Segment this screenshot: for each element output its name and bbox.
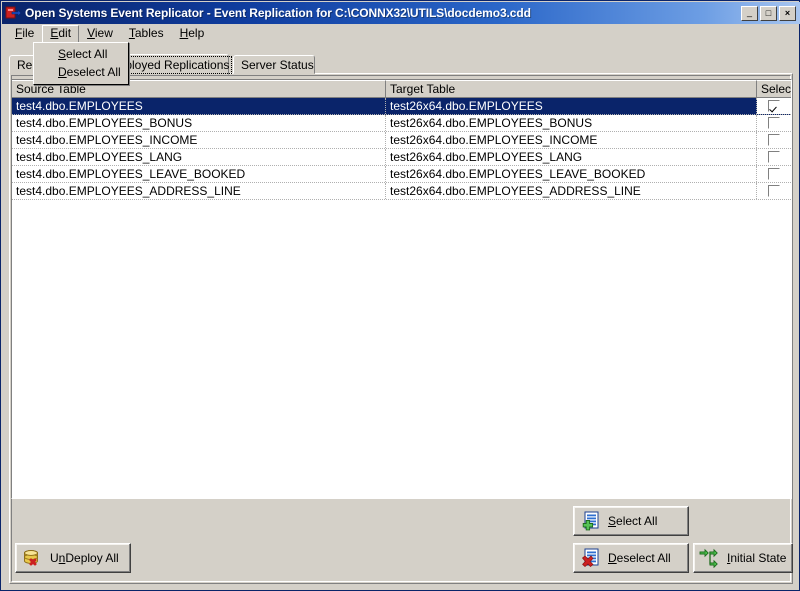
minimize-icon: _ [742,6,757,19]
menu-item-select-all[interactable]: Select All [34,45,128,63]
application-window: Open Systems Event Replicator - Event Re… [0,0,800,591]
cell-select[interactable] [757,183,791,199]
menu-view[interactable]: View [79,25,121,43]
event-replicator-icon [5,5,21,21]
undeploy-all-button[interactable]: UnDeploy All [15,543,131,573]
menu-help[interactable]: Help [172,25,213,43]
minimize-button[interactable]: _ [741,6,758,21]
cell-select[interactable] [757,149,791,165]
cell-target-table: test26x64.dbo.EMPLOYEES_INCOME [386,132,757,148]
cell-select[interactable] [757,132,791,148]
cell-target-table: test26x64.dbo.EMPLOYEES_LEAVE_BOOKED [386,166,757,182]
select-all-label: Select All [608,514,657,528]
main-window: Open Systems Event Replicator - Event Re… [0,0,800,591]
deselect-all-button[interactable]: Deselect All [573,543,689,573]
cell-select[interactable] [757,98,791,114]
menu-file[interactable]: File [7,25,42,43]
replication-grid[interactable]: Source Table Target Table Select test4.d… [11,79,792,499]
cell-source-table: test4.dbo.EMPLOYEES_ADDRESS_LINE [12,183,386,199]
document-add-icon [580,511,602,531]
cell-source-table: test4.dbo.EMPLOYEES [12,98,386,114]
column-header-select[interactable]: Select [757,80,791,98]
menu-tables[interactable]: Tables [121,25,172,43]
table-row[interactable]: test4.dbo.EMPLOYEES_LANGtest26x64.dbo.EM… [12,149,791,166]
table-row[interactable]: test4.dbo.EMPLOYEES_ADDRESS_LINEtest26x6… [12,183,791,200]
row-select-checkbox[interactable] [768,185,780,197]
window-controls: _ □ × [741,6,798,21]
menu-edit[interactable]: Edit [42,25,79,43]
cell-target-table: test26x64.dbo.EMPLOYEES_BONUS [386,115,757,131]
grid-body: test4.dbo.EMPLOYEEStest26x64.dbo.EMPLOYE… [12,98,791,200]
row-select-checkbox[interactable] [768,151,780,163]
row-select-checkbox[interactable] [768,117,780,129]
cell-target-table: test26x64.dbo.EMPLOYEES [386,98,757,114]
cell-target-table: test26x64.dbo.EMPLOYEES_LANG [386,149,757,165]
menu-item-deselect-all[interactable]: Deselect All [34,63,128,81]
table-row[interactable]: test4.dbo.EMPLOYEES_BONUStest26x64.dbo.E… [12,115,791,132]
initial-state-button[interactable]: Initial State [693,543,793,573]
database-delete-icon [22,548,44,568]
document-delete-icon [580,548,602,568]
cell-select[interactable] [757,166,791,182]
cell-target-table: test26x64.dbo.EMPLOYEES_ADDRESS_LINE [386,183,757,199]
maximize-icon: □ [761,7,776,20]
select-all-button[interactable]: Select All [573,506,689,536]
table-row[interactable]: test4.dbo.EMPLOYEEStest26x64.dbo.EMPLOYE… [12,98,791,115]
row-select-checkbox[interactable] [768,134,780,146]
window-title: Open Systems Event Replicator - Event Re… [25,6,741,20]
tab-server-status[interactable]: Server Status [233,55,315,74]
cell-source-table: test4.dbo.EMPLOYEES_LANG [12,149,386,165]
title-bar: Open Systems Event Replicator - Event Re… [2,2,800,24]
branch-arrows-icon [699,548,721,568]
table-row[interactable]: test4.dbo.EMPLOYEES_INCOMEtest26x64.dbo.… [12,132,791,149]
tab-server-status-label: Server Status [241,58,314,72]
row-select-checkbox[interactable] [768,100,780,112]
table-row[interactable]: test4.dbo.EMPLOYEES_LEAVE_BOOKEDtest26x6… [12,166,791,183]
deselect-all-label: Deselect All [608,551,671,565]
row-select-checkbox[interactable] [768,168,780,180]
cell-source-table: test4.dbo.EMPLOYEES_INCOME [12,132,386,148]
cell-select[interactable] [757,115,791,131]
cell-source-table: test4.dbo.EMPLOYEES_LEAVE_BOOKED [12,166,386,182]
edit-menu-dropdown: Select All Deselect All [33,42,129,85]
maximize-button[interactable]: □ [760,6,777,21]
close-icon: × [780,7,795,20]
undeploy-all-label: UnDeploy All [50,551,119,565]
column-header-target-table[interactable]: Target Table [386,80,757,98]
menu-bar: File Edit View Tables Help [3,25,799,43]
close-button[interactable]: × [779,6,796,21]
initial-state-label: Initial State [727,551,786,565]
cell-source-table: test4.dbo.EMPLOYEES_BONUS [12,115,386,131]
